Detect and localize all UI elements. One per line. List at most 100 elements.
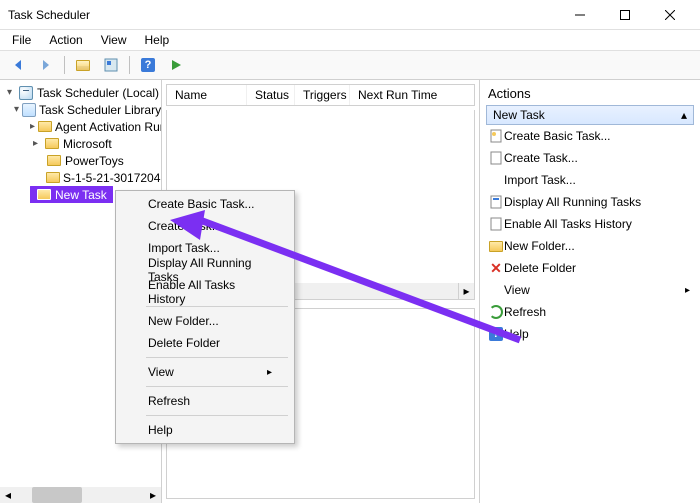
ctx-delete-folder[interactable]: Delete Folder [118,332,292,354]
ctx-label: Refresh [148,394,190,408]
submenu-icon: ▸ [685,285,690,296]
tree-folder[interactable]: ▸ Microsoft [0,135,161,152]
action-refresh[interactable]: Refresh [486,301,694,323]
ctx-refresh[interactable]: Refresh [118,390,292,412]
ctx-enable-history[interactable]: Enable All Tasks History [118,281,292,303]
folder-icon [46,153,62,169]
menu-help[interactable]: Help [137,31,178,49]
folder-icon [38,119,52,135]
chevron-right-icon[interactable]: ▸ [30,138,41,149]
scroll-thumb[interactable] [32,487,82,503]
actions-subtitle-bar[interactable]: New Task ▴ [486,105,694,125]
menu-action[interactable]: Action [41,31,90,49]
ctx-new-folder[interactable]: New Folder... [118,310,292,332]
action-label: New Folder... [504,239,575,253]
column-triggers[interactable]: Triggers [295,85,350,105]
tree-folder[interactable]: PowerToys [0,152,161,169]
ctx-label: Enable All Tasks History [148,278,272,306]
back-button[interactable] [6,53,30,77]
tree-folder-label: PowerToys [65,154,124,168]
minimize-button[interactable] [557,0,602,30]
column-nextrun[interactable]: Next Run Time [350,85,474,105]
action-delete-folder[interactable]: ✕Delete Folder [486,257,694,279]
context-menu: Create Basic Task... Create Task... Impo… [115,190,295,444]
column-name[interactable]: Name [167,85,247,105]
tree-scrollbar[interactable]: ◂ ▸ [0,487,161,503]
ctx-create-task[interactable]: Create Task... [118,215,292,237]
ctx-create-basic-task[interactable]: Create Basic Task... [118,193,292,215]
menubar: File Action View Help [0,30,700,50]
action-label: Delete Folder [504,261,576,275]
action-import-task[interactable]: Import Task... [486,169,694,191]
x-icon: ✕ [488,260,504,276]
submenu-icon: ▸ [267,367,272,378]
tree-selected-label: New Task [55,188,107,202]
action-display-running[interactable]: Display All Running Tasks [486,191,694,213]
action-label: Create Task... [504,151,578,165]
list-header: Name Status Triggers Next Run Time [166,84,475,106]
forward-button[interactable] [34,53,58,77]
folder-icon [46,170,60,186]
action-enable-history[interactable]: Enable All Tasks History [486,213,694,235]
collapse-icon[interactable]: ▴ [681,108,687,122]
action-label: Create Basic Task... [504,129,611,143]
ctx-help[interactable]: Help [118,419,292,441]
chevron-down-icon[interactable]: ▾ [4,87,15,98]
up-button[interactable] [71,53,95,77]
ctx-view[interactable]: View ▸ [118,361,292,383]
help-icon: ? [488,326,504,342]
window-title: Task Scheduler [8,8,557,22]
ctx-label: Create Basic Task... [148,197,255,211]
action-create-basic-task[interactable]: Create Basic Task... [486,125,694,147]
maximize-button[interactable] [602,0,647,30]
action-label: Import Task... [504,173,576,187]
action-help[interactable]: ?Help [486,323,694,345]
chevron-down-icon[interactable]: ▾ [14,104,19,115]
scroll-right-icon[interactable]: ▸ [458,283,474,299]
ctx-label: View [148,365,174,379]
ctx-label: Delete Folder [148,336,220,350]
tree-folder[interactable]: S-1-5-21-3017204821- [0,169,161,186]
action-label: Help [504,327,529,341]
ctx-label: Create Task... [148,219,222,233]
toolbar-separator [129,56,130,74]
action-create-task[interactable]: Create Task... [486,147,694,169]
tree-folder[interactable]: ▸ Agent Activation Runt [0,118,161,135]
column-status[interactable]: Status [247,85,295,105]
chevron-right-icon[interactable]: ▸ [30,121,35,132]
scroll-left-icon[interactable]: ◂ [0,487,16,503]
doc-icon [488,194,504,210]
ctx-label: New Folder... [148,314,219,328]
folder-icon [488,238,504,254]
main-area: ▾ Task Scheduler (Local) ▾ Task Schedule… [0,80,700,503]
ctx-label: Help [148,423,173,437]
menu-file[interactable]: File [4,31,39,49]
doc-icon [488,128,504,144]
action-view[interactable]: View ▸ [486,279,694,301]
folder-icon [44,136,60,152]
actions-title: Actions [486,84,694,105]
tree-library-label: Task Scheduler Library [39,103,161,117]
tree-folder-label: S-1-5-21-3017204821- [63,171,161,185]
action-new-folder[interactable]: New Folder... [486,235,694,257]
scroll-right-icon[interactable]: ▸ [145,487,161,503]
run-button[interactable] [164,53,188,77]
doc-icon [488,150,504,166]
ctx-label: Import Task... [148,241,220,255]
titlebar: Task Scheduler [0,0,700,30]
ctx-separator [146,357,288,358]
tree-folder-label: Microsoft [63,137,112,151]
tree-library[interactable]: ▾ Task Scheduler Library [0,101,161,118]
action-label: View [504,283,530,297]
ctx-separator [146,415,288,416]
scheduler-icon [18,85,34,101]
menu-view[interactable]: View [93,31,135,49]
toolbar: ? [0,50,700,80]
help-button[interactable]: ? [136,53,160,77]
properties-button[interactable] [99,53,123,77]
ctx-separator [146,386,288,387]
tree-root[interactable]: ▾ Task Scheduler (Local) [0,84,161,101]
actions-pane: Actions New Task ▴ Create Basic Task... … [480,80,700,503]
close-button[interactable] [647,0,692,30]
action-label: Display All Running Tasks [504,195,641,209]
